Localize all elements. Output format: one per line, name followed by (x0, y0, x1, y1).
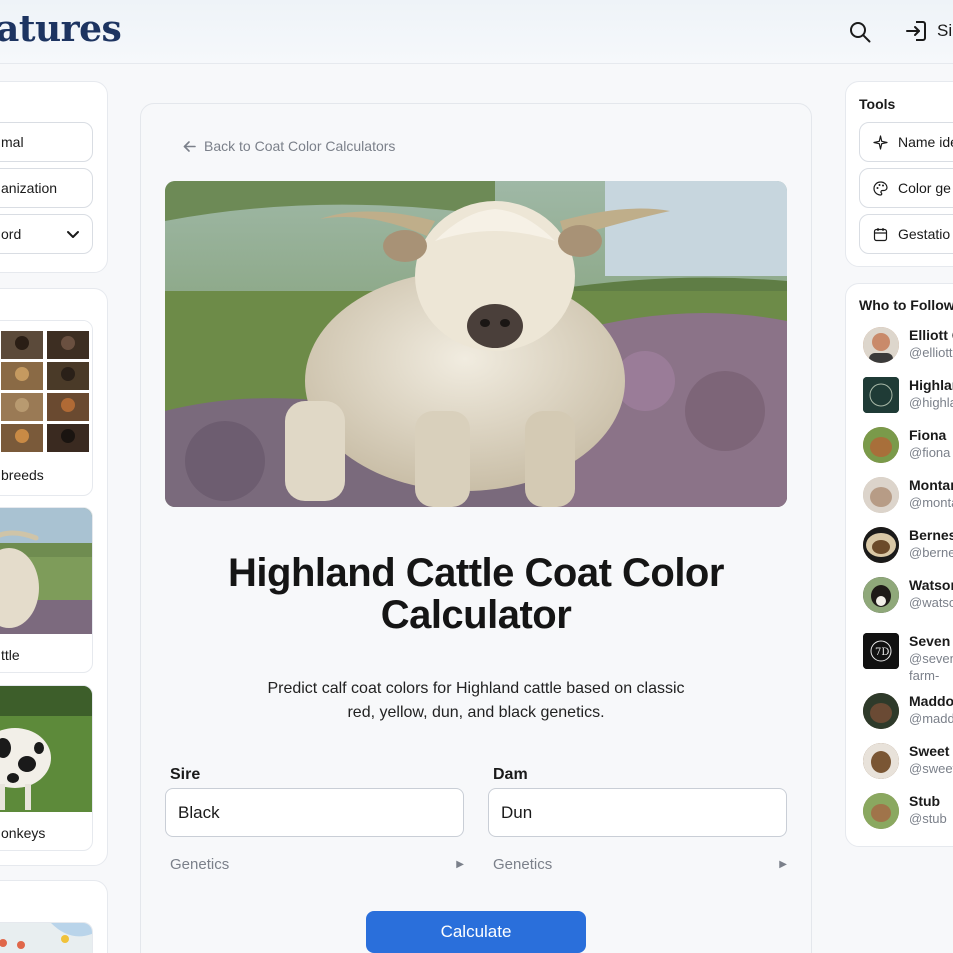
follow-handle: @fiona (909, 445, 951, 460)
dam-input[interactable] (488, 788, 787, 837)
follow-name: Highlar (909, 377, 953, 393)
follow-handle: @highla (909, 395, 953, 410)
avatar (863, 377, 899, 413)
back-link-label: Back to Coat Color Calculators (204, 138, 396, 154)
map-thumbnail (0, 923, 92, 953)
filter-organization-label: anization (1, 180, 58, 196)
highland-cattle-thumbnail (0, 508, 92, 634)
follow-name: Montar (909, 477, 953, 493)
follow-item[interactable]: 7D Seven I @seven farm- (863, 633, 953, 683)
tile-caption: onkeys (1, 825, 46, 841)
follow-name: Sweet (909, 743, 950, 759)
dam-label: Dam (493, 766, 528, 783)
avatar (863, 693, 899, 729)
follow-name: Stub (909, 793, 941, 809)
follow-item[interactable]: Stub @stub (863, 793, 953, 833)
calendar-icon (873, 227, 888, 241)
tool-label: Color ge (898, 180, 951, 196)
arrow-left-icon (183, 140, 196, 152)
spotted-donkey-thumbnail (0, 686, 92, 812)
caret-right-icon: ▶ (456, 859, 464, 870)
avatar (863, 743, 899, 779)
tile-caption: breeds (1, 467, 44, 483)
follow-name: Watsor (909, 577, 953, 593)
tool-color-genetics[interactable]: Color ge (859, 168, 953, 208)
sign-in-icon (906, 21, 926, 41)
calculator-tile-donkeys[interactable]: onkeys (0, 685, 93, 851)
filter-animal-button[interactable]: mal (0, 122, 93, 162)
follow-name: Bernes (909, 527, 953, 543)
follow-handle: @stub (909, 811, 947, 826)
follow-name: Elliott G (909, 327, 953, 343)
follow-item[interactable]: Highlar @highla (863, 377, 953, 417)
top-bar: atures Si (0, 0, 953, 64)
back-link[interactable]: Back to Coat Color Calculators (183, 138, 395, 154)
breeds-collage-image (0, 321, 92, 457)
page-description: Predict calf coat colors for Highland ca… (267, 680, 685, 721)
avatar (863, 427, 899, 463)
sign-in-button[interactable]: Si (905, 20, 952, 42)
sort-dropdown[interactable]: ord (0, 214, 93, 254)
follow-item[interactable]: Maddo @madd (863, 693, 953, 733)
avatar (863, 527, 899, 563)
sire-label: Sire (170, 766, 201, 783)
avatar: 7D (863, 633, 899, 669)
tool-label: Name ide (898, 134, 953, 150)
tool-label: Gestatio (898, 226, 951, 242)
chevron-down-icon (67, 231, 79, 238)
tool-gestation[interactable]: Gestatio (859, 214, 953, 254)
highland-cow-photo (165, 181, 787, 507)
who-to-follow-title: Who to Follow (859, 297, 953, 313)
calculate-button[interactable]: Calculate (366, 911, 586, 953)
page-title: Highland Cattle Coat Color Calculator (228, 551, 724, 637)
tool-name-ideas[interactable]: Name ide (859, 122, 953, 162)
calculator-tile-breeds[interactable]: breeds (0, 320, 93, 496)
tile-caption: ttle (1, 647, 20, 663)
svg-text:7D: 7D (875, 647, 889, 658)
follow-item[interactable]: Elliott G @elliott (863, 327, 953, 367)
follow-handle: @berne (909, 545, 953, 560)
map-tile[interactable] (0, 922, 93, 953)
tools-title: Tools (859, 96, 896, 112)
follow-item[interactable]: Montar @monta (863, 477, 953, 517)
follow-name: Maddo (909, 693, 953, 709)
sire-genetics-label: Genetics (170, 856, 230, 873)
follow-item[interactable]: Bernes @berne (863, 527, 953, 567)
sort-label: ord (1, 226, 22, 242)
palette-icon (873, 180, 888, 196)
calculator-tile-cattle[interactable]: ttle (0, 507, 93, 673)
avatar (863, 327, 899, 363)
avatar (863, 477, 899, 513)
follow-handle: @seven farm- (909, 651, 953, 683)
follow-item[interactable]: Sweet @sweet (863, 743, 953, 783)
site-logo[interactable]: atures (0, 8, 122, 50)
filter-organization-button[interactable]: anization (0, 168, 93, 208)
sparkle-icon (873, 134, 888, 150)
hero-image (165, 181, 787, 507)
follow-item[interactable]: Fiona @fiona (863, 427, 953, 467)
dam-genetics-toggle[interactable]: Genetics ▶ (493, 856, 787, 873)
filter-animal-label: mal (1, 134, 24, 150)
follow-name: Fiona (909, 427, 947, 443)
follow-handle: @madd (909, 711, 953, 726)
follow-handle: @elliott (909, 345, 953, 360)
sire-genetics-toggle[interactable]: Genetics ▶ (170, 856, 464, 873)
dam-genetics-label: Genetics (493, 856, 553, 873)
sign-in-label: Si (937, 21, 953, 40)
follow-name: Seven I (909, 633, 953, 649)
avatar (863, 793, 899, 829)
follow-handle: @watso (909, 595, 953, 610)
search-icon[interactable] (849, 21, 871, 43)
follow-item[interactable]: Watsor @watso (863, 577, 953, 617)
follow-handle: @sweet (909, 761, 953, 776)
follow-handle: @monta (909, 495, 953, 510)
avatar (863, 577, 899, 613)
caret-right-icon: ▶ (779, 859, 787, 870)
sire-input[interactable] (165, 788, 464, 837)
